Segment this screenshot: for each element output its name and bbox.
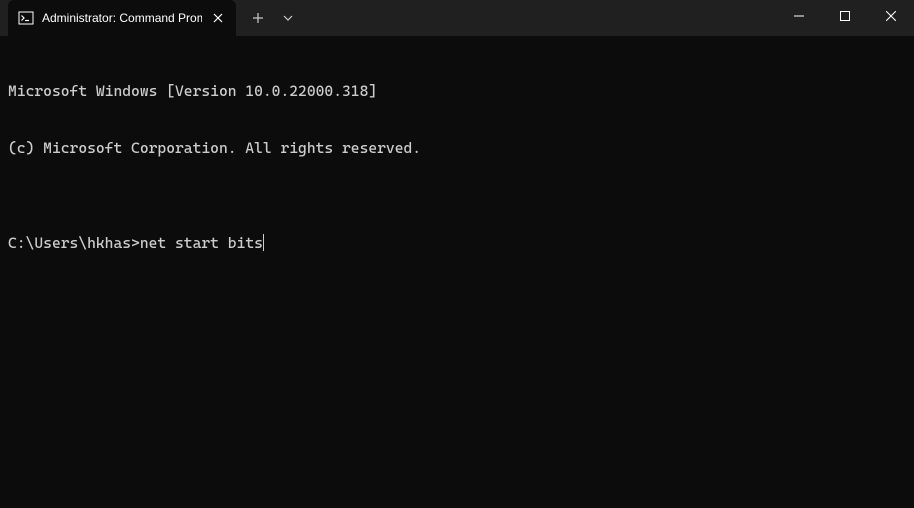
command-prompt-icon (18, 10, 34, 26)
copyright-line: (c) Microsoft Corporation. All rights re… (8, 139, 906, 158)
tab-dropdown-button[interactable] (274, 2, 302, 34)
tab-active[interactable]: Administrator: Command Promp (8, 0, 236, 36)
prompt-path: C:\Users\hkhas> (8, 234, 140, 253)
window-controls (776, 0, 914, 32)
text-cursor (263, 234, 265, 251)
new-tab-button[interactable] (242, 2, 274, 34)
minimize-button[interactable] (776, 0, 822, 32)
tabs-area: Administrator: Command Promp (0, 0, 302, 36)
tab-close-button[interactable] (210, 10, 226, 26)
version-line: Microsoft Windows [Version 10.0.22000.31… (8, 82, 906, 101)
close-window-button[interactable] (868, 0, 914, 32)
maximize-button[interactable] (822, 0, 868, 32)
terminal-output[interactable]: Microsoft Windows [Version 10.0.22000.31… (0, 36, 914, 280)
titlebar: Administrator: Command Promp (0, 0, 914, 36)
typed-command: net start bits (140, 234, 263, 253)
tab-title: Administrator: Command Promp (42, 11, 202, 25)
prompt-line: C:\Users\hkhas>net start bits (8, 234, 906, 253)
